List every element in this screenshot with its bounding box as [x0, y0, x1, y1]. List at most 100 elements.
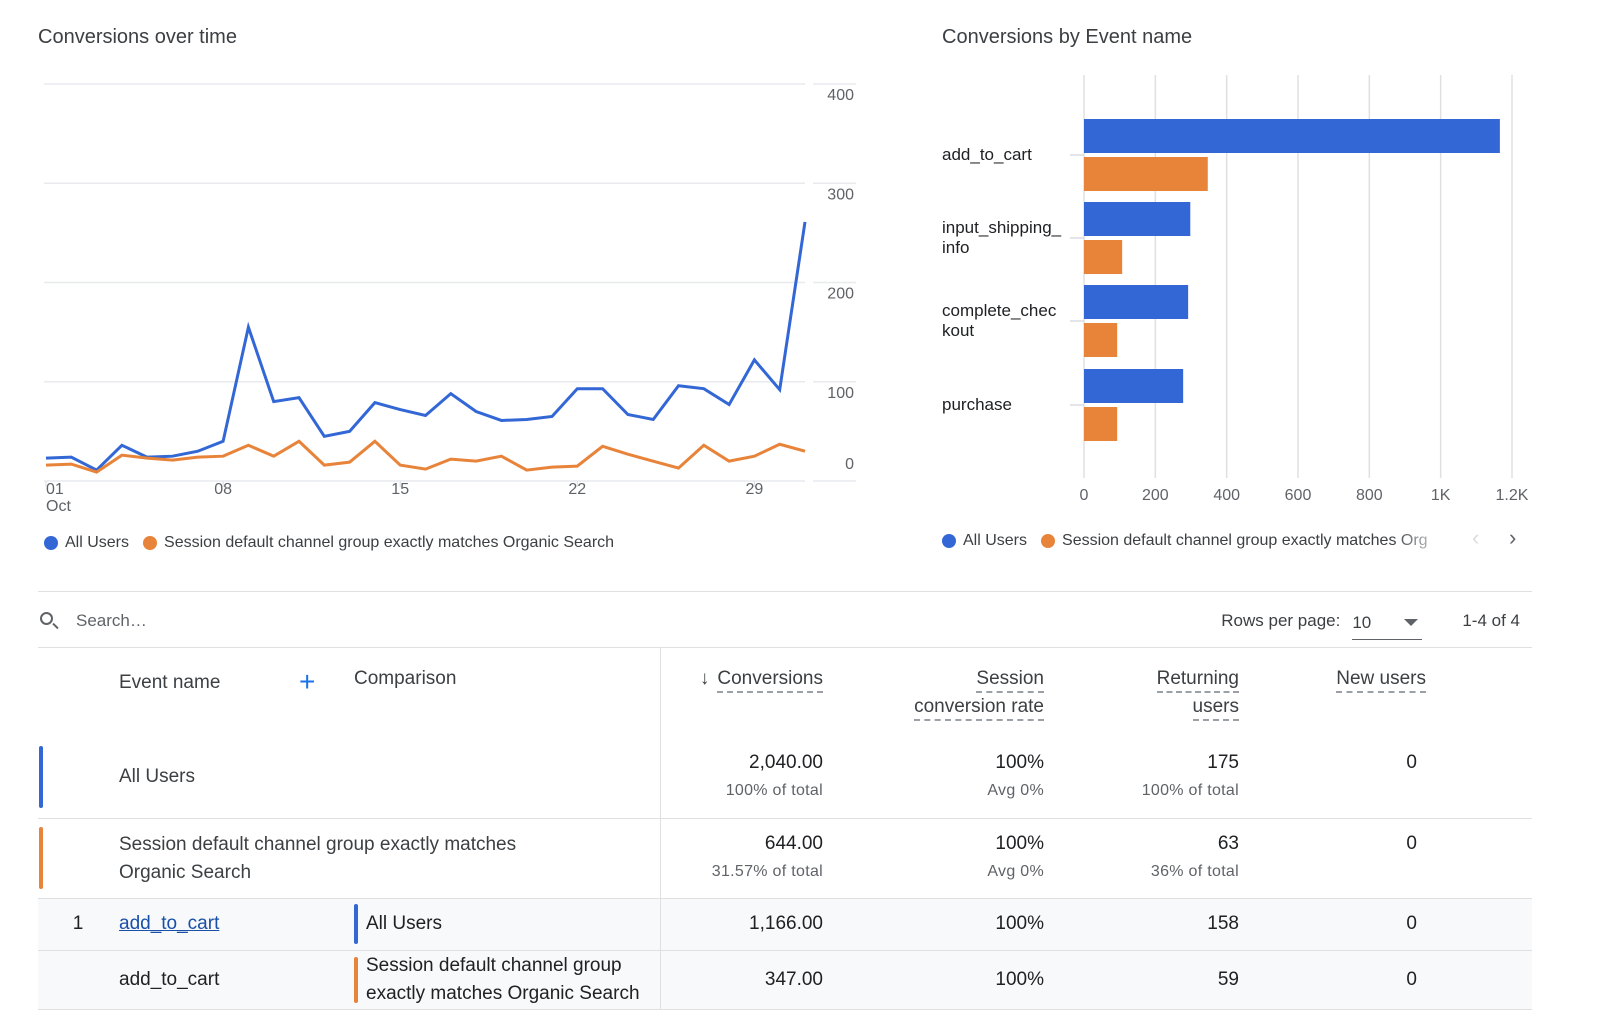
header-new-users[interactable]: New users — [1240, 648, 1427, 746]
header-comparison: Comparison — [354, 668, 457, 689]
category-label: kout — [942, 321, 974, 340]
rate-value: 100% — [995, 752, 1044, 773]
pagination: Rows per page: 10 1-4 of 4 — [1221, 600, 1532, 642]
bar — [1084, 202, 1191, 236]
category-label: complete_chec — [942, 301, 1057, 320]
conversions-subtext: 31.57% of total — [711, 862, 823, 880]
y-tick-label: 0 — [845, 456, 854, 473]
segment-label: Organic Search — [119, 861, 252, 883]
x-tick-label: 400 — [1213, 487, 1240, 504]
row-index: 1 — [38, 897, 118, 950]
x-tick-label: 08 — [214, 481, 232, 498]
header-session-conversion-rate[interactable]: Session conversion rate — [824, 648, 1045, 746]
comparison-color-indicator — [354, 956, 358, 1003]
x-tick-label: 200 — [1142, 487, 1169, 504]
table-row[interactable]: add_to_cart Session default channel grou… — [38, 949, 1532, 1010]
comparison-label: All Users — [366, 913, 443, 934]
y-tick-label: 300 — [827, 186, 854, 203]
x-tick-label: 0 — [1080, 487, 1089, 504]
row-index — [38, 949, 118, 1010]
line-chart-legend: All Users Session default channel group … — [44, 534, 628, 552]
event-name: add_to_cart — [118, 949, 354, 1010]
legend-item-all-users[interactable]: All Users — [44, 534, 129, 552]
header-label: Conversions — [717, 668, 823, 693]
rate-value: 100% — [824, 897, 1045, 950]
x-tick-sublabel: Oct — [46, 498, 71, 515]
comparison-color-indicator — [354, 904, 358, 944]
rate-subtext: Avg 0% — [987, 782, 1044, 799]
conversions-value: 644.00 — [764, 832, 823, 854]
bar — [1084, 240, 1123, 274]
category-label: info — [942, 238, 969, 257]
chevron-right-icon[interactable]: › — [1509, 525, 1516, 551]
legend-item-organic[interactable]: Session default channel group exactly ma… — [1041, 532, 1428, 550]
organic-dot-icon — [143, 536, 158, 550]
rows-per-page-select[interactable]: 10 — [1352, 612, 1423, 640]
sort-descending-icon: ↓ — [699, 668, 710, 689]
conversions-subtext: 100% of total — [725, 782, 823, 799]
bar — [1084, 323, 1118, 357]
rate-value: 100% — [824, 949, 1045, 1010]
y-tick-label: 400 — [827, 87, 854, 104]
segment-color-indicator — [39, 826, 43, 889]
bar — [1084, 119, 1500, 153]
category-label: add_to_cart — [942, 145, 1032, 164]
header-label: Session — [976, 668, 1044, 693]
legend-label: Session default channel group exactly ma… — [164, 534, 615, 551]
organic-dot-icon — [1041, 534, 1056, 548]
returning-subtext: 36% of total — [1150, 862, 1239, 880]
x-tick-label: 800 — [1356, 487, 1383, 504]
category-label: input_shipping_ — [942, 218, 1062, 237]
new-users-value: 0 — [1406, 752, 1417, 773]
page-range: 1-4 of 4 — [1462, 611, 1520, 630]
header-returning-users[interactable]: Returning users — [1045, 648, 1240, 746]
table-row[interactable]: 1 add_to_cart All Users 1,166.00 100% 15… — [38, 897, 1532, 950]
all-users-dot-icon — [942, 534, 956, 548]
returning-value: 158 — [1045, 897, 1240, 950]
totals-row-organic: Session default channel group exactly ma… — [38, 817, 1532, 898]
returning-subtext: 100% of total — [1141, 782, 1239, 799]
x-tick-label: 1.2K — [1496, 487, 1529, 504]
search-icon — [38, 610, 60, 632]
legend-item-all-users[interactable]: All Users — [942, 532, 1027, 550]
table-toolbar: Rows per page: 10 1-4 of 4 — [38, 600, 1532, 642]
legend-fade — [1392, 532, 1452, 550]
chevron-left-icon[interactable]: ‹ — [1472, 525, 1479, 551]
bar — [1084, 369, 1184, 403]
legend-label: All Users — [65, 534, 130, 551]
new-users-value: 0 — [1240, 817, 1427, 898]
header-event-name[interactable]: Event name — [118, 648, 298, 746]
header-label: New users — [1336, 668, 1426, 693]
all-users-dot-icon — [44, 536, 58, 550]
category-label: purchase — [942, 395, 1012, 414]
conversions-over-time-chart: 0 100 200 300 400 01Oct 08 15 22 29 — [44, 83, 856, 515]
header-label: conversion rate — [914, 696, 1044, 721]
x-tick-label: 22 — [568, 481, 586, 498]
search-input[interactable] — [74, 610, 474, 632]
legend-label: Session default channel group exactly ma… — [1062, 532, 1428, 549]
conversions-value: 1,166.00 — [659, 897, 824, 950]
returning-value: 63 — [1217, 832, 1239, 854]
rows-per-page-label: Rows per page: — [1221, 611, 1341, 630]
add-dimension-plus-icon[interactable]: + — [298, 648, 354, 746]
bar-chart-legend: All Users Session default channel group … — [942, 532, 1452, 550]
totals-row-all-users: All Users 2,040.00 100% of total 100% Avg … — [38, 746, 1532, 818]
legend-label: All Users — [963, 532, 1028, 549]
series-line — [45, 221, 807, 472]
legend-item-organic[interactable]: Session default channel group exactly ma… — [143, 534, 614, 552]
bar — [1084, 157, 1208, 191]
new-users-value: 0 — [1240, 897, 1427, 950]
x-tick-label: 01 — [46, 481, 64, 498]
rate-subtext: Avg 0% — [987, 862, 1044, 880]
header-conversions[interactable]: ↓ Conversions — [659, 648, 824, 746]
header-label: Returning — [1156, 668, 1239, 693]
y-tick-label: 100 — [827, 385, 854, 402]
bar — [1084, 407, 1118, 441]
x-tick-label: 600 — [1285, 487, 1312, 504]
returning-value: 59 — [1045, 949, 1240, 1010]
conversions-table: Event name + Comparison ↓ Conversions Ses… — [38, 648, 1532, 1010]
table-header-row: Event name + Comparison ↓ Conversions Ses… — [38, 648, 1532, 746]
event-name-link[interactable]: add_to_cart — [119, 913, 219, 934]
rows-per-page-value: 10 — [1352, 612, 1372, 632]
x-tick-label: 29 — [746, 481, 764, 498]
